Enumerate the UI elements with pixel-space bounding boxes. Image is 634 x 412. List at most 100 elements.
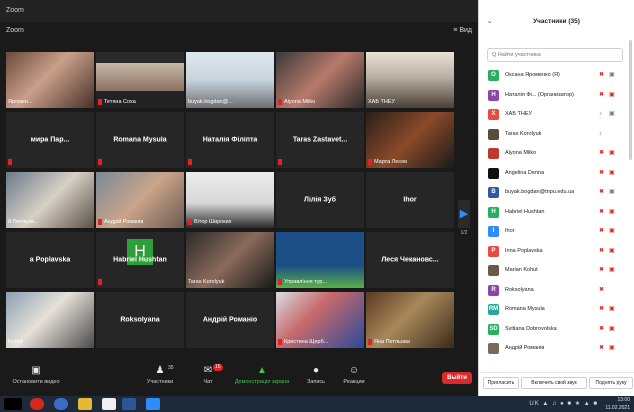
share-screen-button[interactable]: ▲ Демонстрація экрана <box>228 364 296 394</box>
mic-muted-icon: ✖ <box>599 306 605 312</box>
record-icon: ● <box>312 365 320 376</box>
participant-row[interactable]: I Ihor ✖ ▣ <box>479 222 627 242</box>
mic-muted-icon: ✖ <box>599 169 605 176</box>
video-tile[interactable]: Леся Чекановс... <box>366 232 454 288</box>
video-tile[interactable]: Наталія Філіпта <box>186 112 274 168</box>
participant-row[interactable]: P Inna Poplavska ✖ ▣ <box>479 242 627 262</box>
leave-button[interactable]: Выйти <box>442 372 472 384</box>
mic-muted-icon: ✖ <box>599 267 605 273</box>
participant-avatar <box>488 265 499 276</box>
video-tile[interactable]: Alyona Milko <box>276 52 364 108</box>
stop-video-button[interactable]: ▣ Остановити видео <box>8 364 64 394</box>
language-indicator[interactable]: UK <box>529 401 539 407</box>
participant-row[interactable]: H Наталія Фі... (Организатор) ✖ ▣ <box>479 86 627 106</box>
tile-name-center: мира Пар... <box>30 136 70 144</box>
view-bar: Zoom ≡ Вид <box>0 22 478 40</box>
participant-row[interactable]: H Habriel Hushtan ✖ ▣ <box>479 203 627 223</box>
video-tile[interactable]: Taras Zastavet... <box>276 112 364 168</box>
window-title: Zoom <box>6 7 24 14</box>
browser-icon[interactable] <box>54 398 68 410</box>
share-screen-label: Демонстрація экрана <box>234 379 290 385</box>
participant-avatar: H <box>488 206 499 218</box>
participant-row[interactable]: Bbuyak.bogdan@tnpu.edu.ua ✖ ▣ <box>479 183 627 203</box>
video-tile[interactable]: Тетяна Соха <box>96 52 184 108</box>
muted-mic-icon <box>368 158 372 165</box>
tile-label: й Петльов... <box>8 218 92 226</box>
app-icon[interactable] <box>102 398 116 410</box>
raise-hand-button[interactable]: Поднять руку <box>589 377 633 389</box>
video-tile[interactable]: й Петльов... <box>6 172 94 228</box>
opera-icon[interactable] <box>30 398 44 410</box>
tile-name-center: Romana Mysula <box>113 136 167 144</box>
participant-row[interactable]: X ХАБ ТНЕУ ♪ ▣ <box>479 105 627 125</box>
folder-icon[interactable] <box>78 398 92 410</box>
participants-label: Участники <box>146 379 174 385</box>
video-tile[interactable]: Kohut <box>6 292 94 348</box>
participant-row[interactable]: SD Svitlana Dobrovolska ✖ ▣ <box>479 320 627 340</box>
participants-header: ⌄ Участники (35) <box>479 12 634 32</box>
video-tile[interactable]: Андрій Романів <box>96 172 184 228</box>
participants-title: Участники (35) <box>533 18 580 25</box>
video-tile[interactable]: Андрій Романіо <box>186 292 274 348</box>
view-menu-button[interactable]: ≡ Вид <box>453 22 472 40</box>
clock[interactable]: 13:00 11.02.2021 <box>605 396 630 412</box>
tile-name: Taras Korolyuk <box>188 279 225 285</box>
participant-name: Alyona Milko <box>505 150 537 156</box>
video-tile[interactable]: Кристина Щерб... <box>276 292 364 348</box>
video-tile[interactable]: Romana Mysula <box>96 112 184 168</box>
tile-name-center: Taras Zastavet... <box>292 136 348 144</box>
video-tile[interactable]: Taras Korolyuk <box>186 232 274 288</box>
video-tile[interactable]: мира Пар... <box>6 112 94 168</box>
video-tile[interactable]: Лілія Зуб <box>276 172 364 228</box>
word-icon[interactable] <box>122 398 136 410</box>
video-tile[interactable]: Марта Лесев <box>366 112 454 168</box>
mic-muted-icon: ✖ <box>599 325 605 332</box>
participant-row[interactable]: R Roksolyana ✖ <box>479 281 627 301</box>
zoom-icon[interactable] <box>146 398 160 410</box>
tile-name: Kohut <box>8 339 23 345</box>
video-tile[interactable]: Roksolyana <box>96 292 184 348</box>
mic-muted-icon: ✖ <box>599 345 605 351</box>
panel-scrollbar[interactable] <box>629 40 632 160</box>
tile-label <box>98 278 182 286</box>
participant-name: Romana Mysula <box>505 306 545 312</box>
participant-avatar <box>488 148 499 159</box>
start-button[interactable] <box>4 398 22 410</box>
mic-muted-icon: ✖ <box>599 247 605 254</box>
participant-avatar: H <box>488 89 499 101</box>
meeting-info[interactable]: Zoom <box>6 22 24 40</box>
video-tile[interactable]: Управління тур... <box>276 232 364 288</box>
system-tray[interactable]: UK ▲ ♫ ● ■ ★ ▲ ■ <box>529 400 598 407</box>
video-tile[interactable]: Ihor <box>366 172 454 228</box>
video-tile[interactable]: ХАБ ТНЕУ <box>366 52 454 108</box>
participant-name: Habriel Hushtan <box>505 208 545 215</box>
participant-row[interactable]: Андрій Романів ✖ ▣ <box>479 339 627 359</box>
gallery-grid: Яромен... Тетяна Соха buyak.bogdan@... Alyo… <box>6 52 456 354</box>
video-tile[interactable]: buyak.bogdan@... <box>186 52 274 108</box>
tile-label: Alyona Milko <box>278 98 362 106</box>
reactions-button[interactable]: ☺ Реакции <box>326 364 382 394</box>
video-tile[interactable]: a Poplavska <box>6 232 94 288</box>
participant-row[interactable]: Angelina Derina ✖ ▣ <box>479 164 627 184</box>
video-tile[interactable]: Яна Петльова <box>366 292 454 348</box>
record-label: Запись <box>306 379 326 385</box>
participant-search-input[interactable] <box>487 48 623 62</box>
participant-row[interactable]: Alyona Milko ✖ ▣ <box>479 144 627 164</box>
video-tile[interactable]: H Habriel Hushtan <box>96 232 184 288</box>
video-tile[interactable]: Вітор Широких <box>186 172 274 228</box>
participant-row[interactable]: O Оксана Яроменко (Я) ✖ ▣ <box>479 66 627 86</box>
camera-on-icon: ▣ <box>609 72 615 78</box>
tile-name-center: Наталія Філіпта <box>202 136 258 144</box>
next-page-arrow-icon[interactable]: ▶ <box>458 200 470 228</box>
participant-row[interactable]: Taras Korolyuk ♪ <box>479 125 627 145</box>
chevron-down-icon[interactable]: ⌄ <box>487 12 492 32</box>
video-tile[interactable]: Яромен... <box>6 52 94 108</box>
participant-row[interactable]: RM Romana Mysula ✖ ▣ <box>479 300 627 320</box>
invite-button[interactable]: Пригласить <box>483 377 519 389</box>
participant-name: Наталія Фі... (Организатор) <box>505 91 574 98</box>
camera-off-icon: ▣ <box>609 208 615 215</box>
unmute-self-button[interactable]: Включить свой звук <box>521 377 587 389</box>
muted-mic-icon <box>368 338 372 345</box>
mic-muted-icon: ✖ <box>599 189 605 195</box>
participant-row[interactable]: Marian Kohut ✖ ▣ <box>479 261 627 281</box>
